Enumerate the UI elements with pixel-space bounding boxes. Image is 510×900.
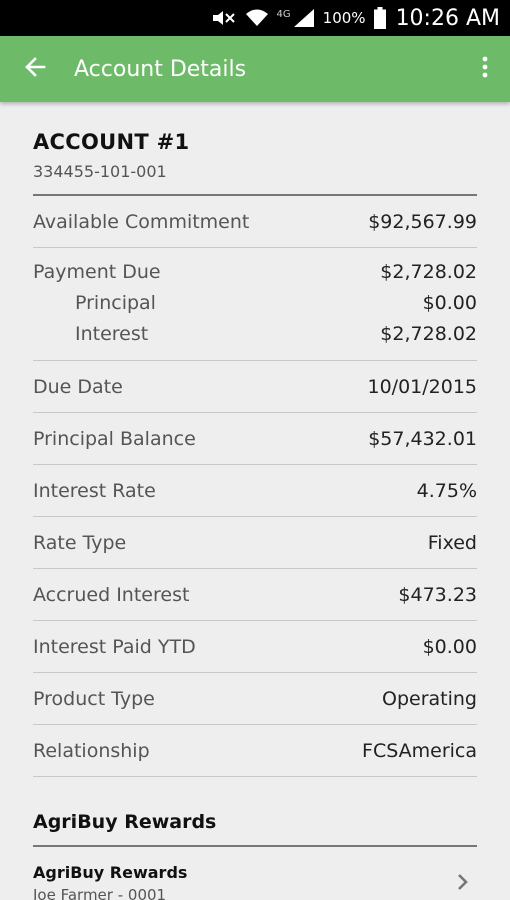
row-label: Available Commitment (33, 210, 250, 233)
mute-icon (211, 9, 237, 27)
row-label: Principal Balance (33, 427, 196, 450)
reward-title: AgriBuy Rewards (33, 863, 188, 882)
reward-subtitle: Joe Farmer - 0001 (33, 886, 167, 900)
row-principal-balance: Principal Balance $57,432.01 (33, 413, 477, 465)
row-label-principal: Principal (75, 292, 156, 314)
row-due-date: Due Date 10/01/2015 (33, 361, 477, 413)
clock: 10:26 AM (395, 5, 500, 31)
row-value: $57,432.01 (368, 427, 477, 450)
row-value: 4.75% (416, 479, 477, 502)
rewards-section-title: AgriBuy Rewards (33, 811, 217, 833)
row-accrued-interest: Accrued Interest $473.23 (33, 569, 477, 621)
row-label: Interest Paid YTD (33, 635, 196, 658)
row-payment-due: Payment Due $2,728.02 Principal $0.00 In… (33, 248, 477, 361)
app-bar: Account Details (0, 36, 510, 102)
battery-percent: 100% (322, 9, 366, 27)
row-value: $92,567.99 (368, 210, 477, 233)
row-label: Payment Due (33, 261, 161, 283)
row-interest-paid-ytd: Interest Paid YTD $0.00 (33, 621, 477, 673)
row-label-interest: Interest (75, 323, 149, 345)
row-label: Rate Type (33, 531, 127, 554)
battery-icon (373, 7, 386, 29)
row-label: Relationship (33, 739, 150, 762)
overflow-menu-button[interactable] (460, 36, 510, 102)
signal-icon (293, 8, 315, 28)
row-rate-type: Rate Type Fixed (33, 517, 477, 569)
back-button[interactable] (0, 36, 70, 102)
row-label: Accrued Interest (33, 583, 190, 606)
row-value: 10/01/2015 (367, 375, 477, 398)
account-details-content[interactable]: ACCOUNT #1 334455-101-001 Available Comm… (33, 102, 477, 900)
more-vert-icon (482, 56, 488, 83)
wifi-icon (245, 8, 269, 28)
row-value: $473.23 (398, 583, 477, 606)
row-value: $0.00 (422, 635, 477, 658)
status-bar: 4G 100% 10:26 AM (0, 0, 510, 36)
chevron-right-icon (457, 873, 469, 896)
row-relationship: Relationship FCSAmerica (33, 725, 477, 777)
rewards-list-item[interactable]: AgriBuy Rewards Joe Farmer - 0001 (33, 847, 477, 900)
arrow-left-icon (24, 56, 46, 82)
row-product-type: Product Type Operating (33, 673, 477, 725)
row-value-principal: $0.00 (422, 292, 477, 314)
row-value-interest: $2,728.02 (380, 323, 477, 345)
network-type: 4G (276, 8, 291, 20)
account-number: 334455-101-001 (33, 162, 167, 181)
account-title: ACCOUNT #1 (33, 130, 190, 154)
row-value: $2,728.02 (380, 261, 477, 283)
row-value: Operating (382, 687, 477, 710)
row-label: Due Date (33, 375, 123, 398)
row-available-commitment: Available Commitment $92,567.99 (33, 196, 477, 248)
row-label: Interest Rate (33, 479, 156, 502)
row-interest-rate: Interest Rate 4.75% (33, 465, 477, 517)
row-label: Product Type (33, 687, 155, 710)
row-value: Fixed (427, 531, 477, 554)
page-title: Account Details (74, 56, 247, 82)
row-value: FCSAmerica (362, 739, 477, 762)
